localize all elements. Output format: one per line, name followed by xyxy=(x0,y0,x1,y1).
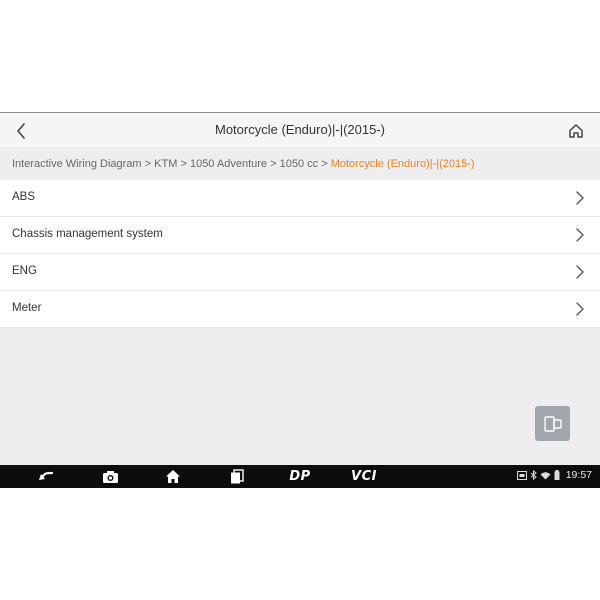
header-bar: Motorcycle (Enduro)|-|(2015-) xyxy=(0,113,600,147)
back-icon xyxy=(39,471,54,480)
system-list: ABS Chassis management system ENG Meter xyxy=(0,180,600,328)
screenshot-icon xyxy=(516,470,527,480)
nav-home-button[interactable] xyxy=(163,468,183,485)
breadcrumb-current: Motorcycle (Enduro)|-|(2015-) xyxy=(330,158,475,170)
system-nav-bar: DP VCI 19:57 xyxy=(0,465,600,488)
recent-apps-icon xyxy=(231,469,244,484)
breadcrumb-separator: > xyxy=(144,158,152,170)
nav-dp-button[interactable]: DP xyxy=(285,468,315,485)
nav-recent-apps-button[interactable] xyxy=(227,468,247,485)
app-screen: Motorcycle (Enduro)|-|(2015-) Interactiv… xyxy=(0,112,600,488)
home-icon xyxy=(569,124,583,138)
nav-vci-button[interactable]: VCI xyxy=(347,468,381,485)
chevron-right-icon xyxy=(576,302,584,316)
breadcrumb-separator: > xyxy=(270,158,277,170)
breadcrumb-separator: > xyxy=(321,158,328,170)
list-item-label: Meter xyxy=(12,302,42,314)
list-item-label: ABS xyxy=(12,191,36,203)
home-icon xyxy=(166,470,180,483)
list-item-label: ENG xyxy=(12,265,37,277)
battery-icon xyxy=(554,470,560,480)
bluetooth-icon xyxy=(530,470,537,480)
split-screen-button[interactable] xyxy=(535,406,570,441)
list-item-chassis-management[interactable]: Chassis management system xyxy=(0,217,600,254)
list-item-meter[interactable]: Meter xyxy=(0,291,600,328)
breadcrumb-item-ktm[interactable]: KTM xyxy=(154,158,177,170)
breadcrumb-item-1050cc[interactable]: 1050 cc xyxy=(280,158,319,170)
breadcrumb-item-1050-adventure[interactable]: 1050 Adventure xyxy=(190,158,267,170)
page-title: Motorcycle (Enduro)|-|(2015-) xyxy=(214,122,386,137)
nav-camera-button[interactable] xyxy=(100,468,120,485)
breadcrumb-item-wiring-diagram[interactable]: Interactive Wiring Diagram xyxy=(12,158,142,170)
status-bar: 19:57 xyxy=(516,469,592,481)
dp-icon: DP xyxy=(289,469,311,484)
wifi-icon xyxy=(540,471,551,479)
chevron-right-icon xyxy=(576,228,584,242)
home-button[interactable] xyxy=(566,121,586,141)
breadcrumb: Interactive Wiring Diagram > KTM > 1050 … xyxy=(12,158,475,170)
nav-back-button[interactable] xyxy=(36,468,56,485)
chevron-right-icon xyxy=(576,191,584,205)
camera-icon xyxy=(102,470,118,483)
list-item-abs[interactable]: ABS xyxy=(0,180,600,217)
list-item-label: Chassis management system xyxy=(12,228,163,240)
status-time: 19:57 xyxy=(565,469,592,481)
split-screen-icon xyxy=(543,415,562,432)
list-item-eng[interactable]: ENG xyxy=(0,254,600,291)
chevron-right-icon xyxy=(576,265,584,279)
breadcrumb-separator: > xyxy=(180,158,187,170)
vci-icon: VCI xyxy=(351,469,377,484)
